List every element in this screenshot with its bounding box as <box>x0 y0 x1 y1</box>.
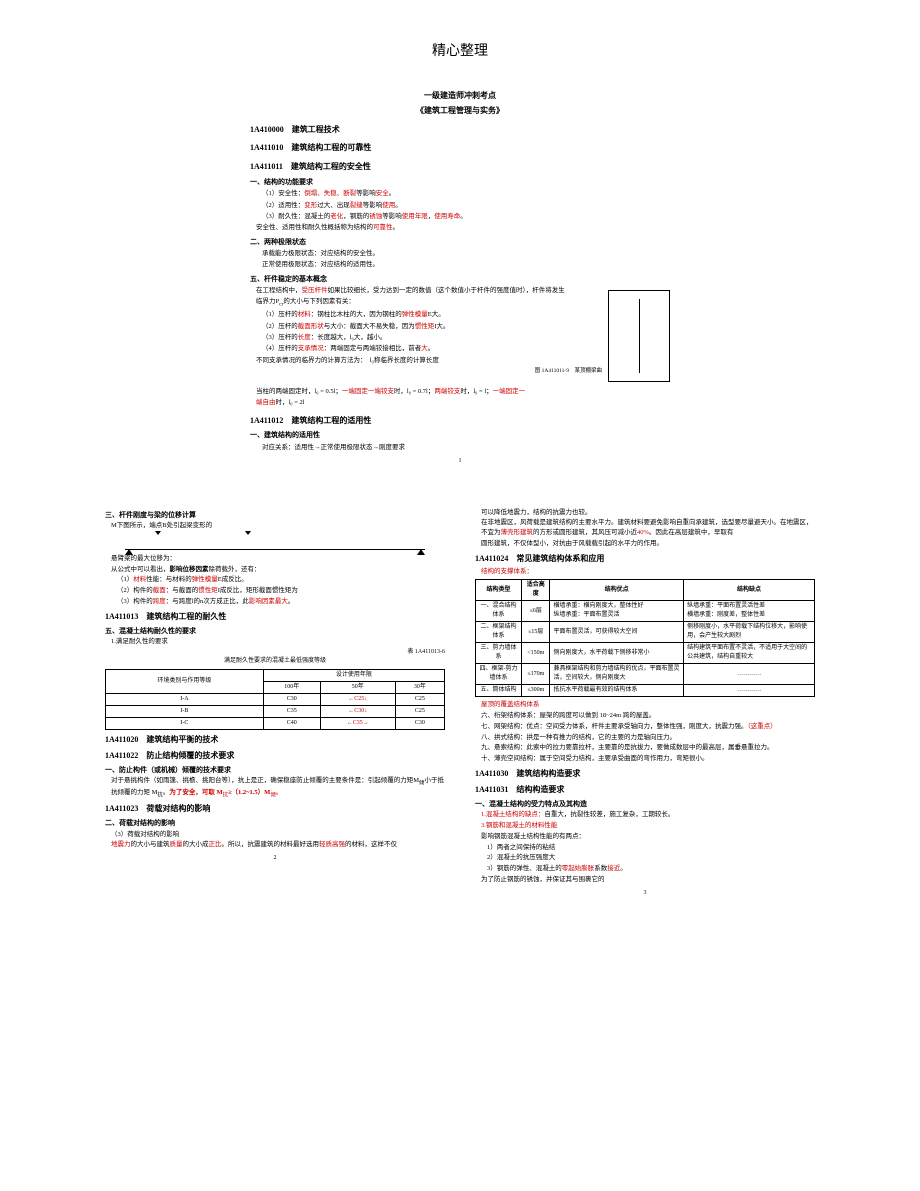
right-l12: 为了防止钢筋的锈蚀，并保证其与围裹它的 <box>481 875 815 885</box>
right-p3: 圆形建筑，不仅体型小，对抗由于风载载引起的水平力的作用。 <box>481 539 815 549</box>
sec-1A411010: 1A411010 建筑结构工程的可靠性 <box>250 142 670 155</box>
line-safety: （1）安全性：倒塌、失稳、断裂等影响安全。 <box>262 189 670 199</box>
line-correspond: 对应关系：适用性→正常使用极限状态→刚度要求 <box>262 443 670 453</box>
table-title: 满足耐久性要求的混凝土最低强度等级 <box>105 657 445 666</box>
right-p1: 可以降低地震力，结构的抗震力也较。 <box>481 508 815 518</box>
column-figure <box>608 290 670 382</box>
structure-system-table: 结构类型适合高度结构优点结构缺点 一、混合结构体系≤6层 横墙承重：横向刚度大，… <box>475 579 815 697</box>
right-l1: 六、桁架结构体系：屋架的跨度可以做到 18~24m 跨的屋盖。 <box>481 711 815 721</box>
right-l2: 七、网架结构：优点：空间受力体系，杆件主要承受轴向力，整体性强，刚度大，抗震力强… <box>481 722 815 732</box>
figure-caption: 图 1A411011-9 某顶棚梁曲 <box>250 367 664 376</box>
left-l3: 对于悬挑构件（如雨篷、挑檐、挑阳台等），抗上是正，确保稳座防止倾覆的主要条件是：… <box>111 776 445 799</box>
heading-5: 五、杆件稳定的基本概念 <box>250 274 670 285</box>
support-cases2: 端自由时，l₀ = 2l <box>256 398 670 408</box>
right-h3: 一、混凝土结构的受力特点及其构造 <box>475 799 815 810</box>
sec-1A411011: 1A411011 建筑结构工程的安全性 <box>250 161 670 174</box>
right-l4: 九、悬索结构：此索中的拉力要靠拉杆，主要靠的是抗拔力，要做成数层中的最高层，属垂… <box>481 743 815 753</box>
left-column: 三、杆件刚度与梁的位移计算 M下图所示，端点B处引起梁变形的 悬臂梁的最大位移为… <box>105 507 445 898</box>
left-l2: 1.满足耐久性的要求 <box>111 637 445 647</box>
sec-1A411020: 1A411020 建筑结构平衡的技术 <box>105 734 445 746</box>
line-limit1: 承载能力极限状态：对应结构的安全性。 <box>262 249 670 259</box>
heading-2: 二、两种极限状态 <box>250 237 670 248</box>
support-cases: 当柱的两端固定时，l₀ = 0.5l；一端固定一端铰支时，l₀ = 0.7l；两… <box>256 387 670 397</box>
concrete-grade-table: 环境类别与作用等级 设计使用年限 100年50年30年 I-AC30←C25↓C… <box>105 669 445 730</box>
right-h1: 结构的支撑体系： <box>481 567 815 577</box>
left-c3: （3）构件的跨度：与跨度l的n次方成正比，此影响因素最大。 <box>117 597 445 607</box>
right-l6: 1.混凝土结构的缺点：自重大，抗裂性较差，施工复杂，工期较长。 <box>481 810 815 820</box>
beam-figure <box>125 535 425 550</box>
two-column-layout: 三、杆件刚度与梁的位移计算 M下图所示，端点B处引起梁变形的 悬臂梁的最大位移为… <box>100 507 820 898</box>
title-1: 一级建造师冲刺考点 <box>250 90 670 103</box>
left-h4: 二、荷载对结构的影响 <box>105 818 445 829</box>
left-f2: 从公式中可以看出，影响位移因素除荷载外，还有： <box>111 565 445 575</box>
line-durability: （3）耐久性：混凝土的老化，钢筋的锈蚀等影响使用年限，使用寿命。 <box>262 212 670 222</box>
sec-1A411024: 1A411024 常见建筑结构体系和应用 <box>475 553 815 565</box>
heading-1: 一、结构的功能要求 <box>250 177 670 188</box>
left-l5: 地震力的大小与建筑质量的大小成正比。所以，抗震建筑的材料最好选用轻质高强的材料，… <box>111 840 445 850</box>
left-h2: 五、混凝土结构耐久性的要求 <box>105 626 445 637</box>
right-column: 可以降低地震力，结构的抗震力也较。 在非地震区，风荷载是建筑结构的主要水平力。建… <box>475 507 815 898</box>
sec-1A411022: 1A411022 防止结构倾覆的技术要求 <box>105 750 445 762</box>
left-l1: M下图所示，端点B处引起梁变形的 <box>111 521 445 531</box>
page-content: 一级建造师冲刺考点 《建筑工程管理与实务》 1A410000 建筑工程技术 1A… <box>0 90 920 938</box>
right-p2: 在非地震区，风荷载是建筑结构的主要水平力。建筑材料要避免影响自重向承建筑，选型要… <box>481 518 815 538</box>
sec-1A411023: 1A411023 荷载对结构的影响 <box>105 803 445 815</box>
line-limit2: 正常使用极限状态：对应结构的适用性。 <box>262 260 670 270</box>
heading-usability: 一、建筑结构的适用性 <box>250 430 670 441</box>
sec-1A411013: 1A411013 建筑结构工程的耐久性 <box>105 611 445 623</box>
left-f1: 悬臂梁的最大位移为： <box>111 554 445 564</box>
sec-1A410000: 1A410000 建筑工程技术 <box>250 124 670 137</box>
sec-1A411012: 1A411012 建筑结构工程的适用性 <box>250 415 670 428</box>
right-l10: 2）混凝土的抗压强度大 <box>487 853 815 863</box>
left-h1: 三、杆件刚度与梁的位移计算 <box>105 510 445 521</box>
page-header: 精心整理 <box>0 0 920 90</box>
right-l9: 1）两者之间保持的粘结 <box>487 843 815 853</box>
right-l7: 3.钢筋和混凝土的材料性能 <box>481 821 815 831</box>
top-page: 一级建造师冲刺考点 《建筑工程管理与实务》 1A410000 建筑工程技术 1A… <box>250 90 670 467</box>
right-l3: 八、拱式结构：拱是一种有推力的结构，它的主要的力是轴向压力。 <box>481 733 815 743</box>
right-l8: 影响钢筋混凝土结构性能的有两点： <box>481 832 815 842</box>
title-2: 《建筑工程管理与实务》 <box>250 105 670 118</box>
right-l5: 十、薄壳空间结构：属于空间受力结构，主要承受曲面的弯作用力，弯矩很小。 <box>481 754 815 764</box>
sec-1A411031: 1A411031 结构构造要求 <box>475 784 815 796</box>
page-number-3: 3 <box>475 889 815 898</box>
left-c1: （1）材料性能：与材料的弹性模量E成反比。 <box>117 575 445 585</box>
right-h2: 屋顶的覆盖结构体系 <box>481 700 815 710</box>
page-number-2: 2 <box>105 854 445 863</box>
left-l4: （3）荷载对结构的影响 <box>111 830 445 840</box>
left-h3: 一、防止构件（或机械）倾覆的技术要求 <box>105 765 445 776</box>
right-l11: 3）钢筋的弹性、混凝土的零起始膨胀系数接近。 <box>487 864 815 874</box>
table-caption: 表 1A411013-6 <box>105 648 445 657</box>
page-number-1: 1 <box>250 457 670 467</box>
line-usability: （2）适用性：变形过大、出现裂缝等影响使用。 <box>262 201 670 211</box>
line-reliability: 安全性、适用性和耐久性概括称为结构的可靠性。 <box>256 223 670 233</box>
sec-1A411030: 1A411030 建筑结构构造要求 <box>475 768 815 780</box>
left-c2: （2）构件的截面：与截面的惯性矩I成反比，矩形截面惯性矩为 <box>117 586 445 596</box>
